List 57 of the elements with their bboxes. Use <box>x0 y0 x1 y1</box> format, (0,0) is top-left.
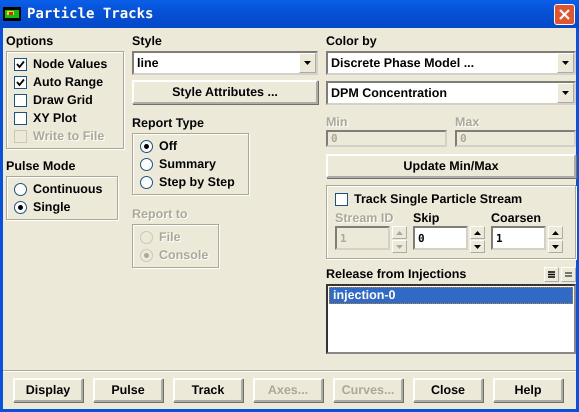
app-icon <box>3 7 21 21</box>
window-title: Particle Tracks <box>27 6 154 22</box>
spin-down-icon[interactable] <box>548 240 563 253</box>
list-item[interactable]: injection-0 <box>329 287 573 304</box>
spin-down-icon[interactable] <box>470 240 485 253</box>
checkbox-label: Write to File <box>33 128 104 144</box>
section-label: Color by <box>326 34 378 49</box>
close-icon[interactable] <box>554 4 575 24</box>
dialog-button[interactable]: Track <box>173 378 243 402</box>
section-label: Options <box>6 34 54 49</box>
radio-label: Off <box>159 138 178 154</box>
radio-label: Summary <box>159 156 216 172</box>
section-label: Release from Injections <box>326 267 468 282</box>
field-label: Skip <box>413 211 440 226</box>
deselect-all-icon[interactable] <box>561 267 576 282</box>
field-label: Stream ID <box>335 211 394 226</box>
field-label: Max <box>455 115 480 130</box>
checkbox-label: Auto Range <box>33 74 104 90</box>
dialog-button[interactable]: Display <box>13 378 83 402</box>
radio-label: Continuous <box>33 182 102 196</box>
radio-button[interactable] <box>140 176 153 188</box>
spin-field[interactable]: 0 <box>413 226 468 250</box>
update-min-max-button[interactable]: Update Min/Max <box>326 154 576 178</box>
checkbox[interactable] <box>335 192 348 206</box>
section-label: Style <box>132 34 163 49</box>
checkbox[interactable] <box>14 76 27 88</box>
dialog-button[interactable]: Pulse <box>93 378 163 402</box>
spin-up-icon[interactable] <box>470 226 485 239</box>
radio-label: Step by Step <box>159 174 235 190</box>
field-label: Coarsen <box>491 211 542 226</box>
radio-button[interactable] <box>14 200 27 214</box>
spin-up-icon[interactable] <box>548 226 563 239</box>
radio-button[interactable] <box>140 158 153 170</box>
checkbox[interactable] <box>14 94 27 106</box>
section-label: Report to <box>132 207 189 222</box>
dropdown[interactable]: DPM Concentration <box>326 81 576 105</box>
select-all-icon[interactable] <box>544 267 559 282</box>
checkbox-label: Node Values <box>33 56 108 72</box>
spin-field[interactable]: 1 <box>491 226 546 250</box>
radio-button[interactable] <box>14 182 27 196</box>
style-attributes-button[interactable]: Style Attributes ... <box>132 80 318 104</box>
dropdown[interactable]: Discrete Phase Model ... <box>326 51 576 75</box>
checkbox-label: Track Single Particle Stream <box>354 192 522 206</box>
dialog-button[interactable]: Help <box>493 378 563 402</box>
dropdown[interactable]: line <box>132 51 318 75</box>
checkbox[interactable] <box>14 58 27 70</box>
checkbox[interactable] <box>14 112 27 124</box>
section-label: Report Type <box>132 116 205 131</box>
field-label: Min <box>326 115 349 130</box>
radio-label: Single <box>33 200 71 214</box>
radio-button[interactable] <box>140 140 153 152</box>
section-label: Pulse Mode <box>6 159 76 174</box>
radio-label: File <box>159 230 181 244</box>
radio-label: Console <box>159 248 208 262</box>
checkbox-label: XY Plot <box>33 110 77 126</box>
dialog-button[interactable]: Close <box>413 378 483 402</box>
checkbox-label: Draw Grid <box>33 92 93 108</box>
